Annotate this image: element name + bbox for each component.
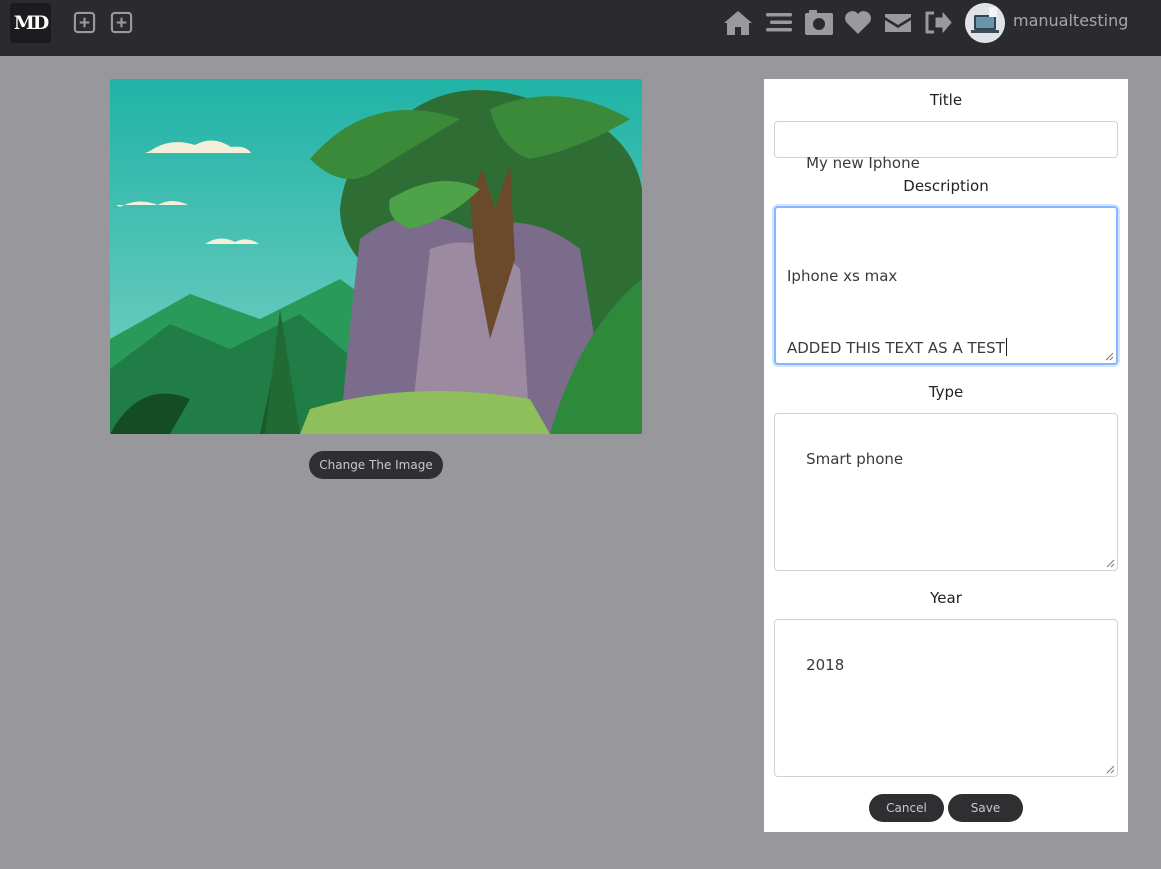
logout-button[interactable]: [923, 9, 953, 36]
app-logo[interactable]: MD: [10, 3, 51, 43]
user-avatar[interactable]: [965, 3, 1005, 43]
username-label[interactable]: manualtesting: [1013, 11, 1128, 31]
item-image: [110, 79, 642, 434]
change-image-button[interactable]: Change The Image: [309, 451, 443, 479]
cancel-button[interactable]: Cancel: [869, 794, 944, 822]
title-input-value: My new Iphone: [806, 154, 920, 172]
title-label: Title: [929, 91, 963, 109]
title-input[interactable]: My new Iphone: [774, 121, 1118, 172]
logo-text: MD: [13, 12, 49, 34]
save-button[interactable]: Save: [948, 794, 1023, 822]
year-label: Year: [930, 589, 962, 607]
plus-square-icon: [110, 11, 133, 34]
type-value: Smart phone: [806, 450, 904, 468]
year-value: 2018: [806, 656, 845, 674]
description-line-2: ADDED THIS TEXT AS A TEST: [787, 339, 1005, 357]
mail-icon: [885, 14, 911, 32]
menu-icon: [766, 13, 792, 32]
year-textarea[interactable]: 2018: [774, 619, 1118, 777]
favorites-button[interactable]: [843, 9, 873, 36]
type-label: Type: [928, 383, 964, 401]
menu-button[interactable]: [764, 9, 794, 36]
resize-handle-icon[interactable]: [1106, 559, 1115, 568]
landscape-image: [110, 79, 642, 434]
logout-icon: [925, 11, 952, 34]
plus-square-icon: [73, 11, 96, 34]
messages-button[interactable]: [883, 9, 913, 36]
description-textarea[interactable]: Iphone xs max ADDED THIS TEXT AS A TEST: [774, 206, 1118, 365]
home-button[interactable]: [723, 9, 753, 36]
description-line-1: Iphone xs max: [787, 267, 898, 285]
add-post-button[interactable]: [73, 11, 96, 34]
camera-button[interactable]: [804, 9, 834, 36]
camera-icon: [805, 10, 833, 35]
resize-handle-icon[interactable]: [1106, 765, 1115, 774]
text-caret: [1005, 338, 1007, 356]
add-item-button[interactable]: [110, 11, 133, 34]
top-navbar: MD manualtesting: [0, 0, 1161, 56]
resize-handle-icon[interactable]: [1105, 352, 1114, 361]
heart-icon: [845, 11, 871, 34]
type-textarea[interactable]: Smart phone: [774, 413, 1118, 571]
edit-form: Title My new Iphone Description Iphone x…: [764, 79, 1128, 832]
description-label: Description: [903, 177, 989, 195]
user-avatar-icon: [965, 3, 1005, 43]
home-icon: [724, 11, 752, 35]
